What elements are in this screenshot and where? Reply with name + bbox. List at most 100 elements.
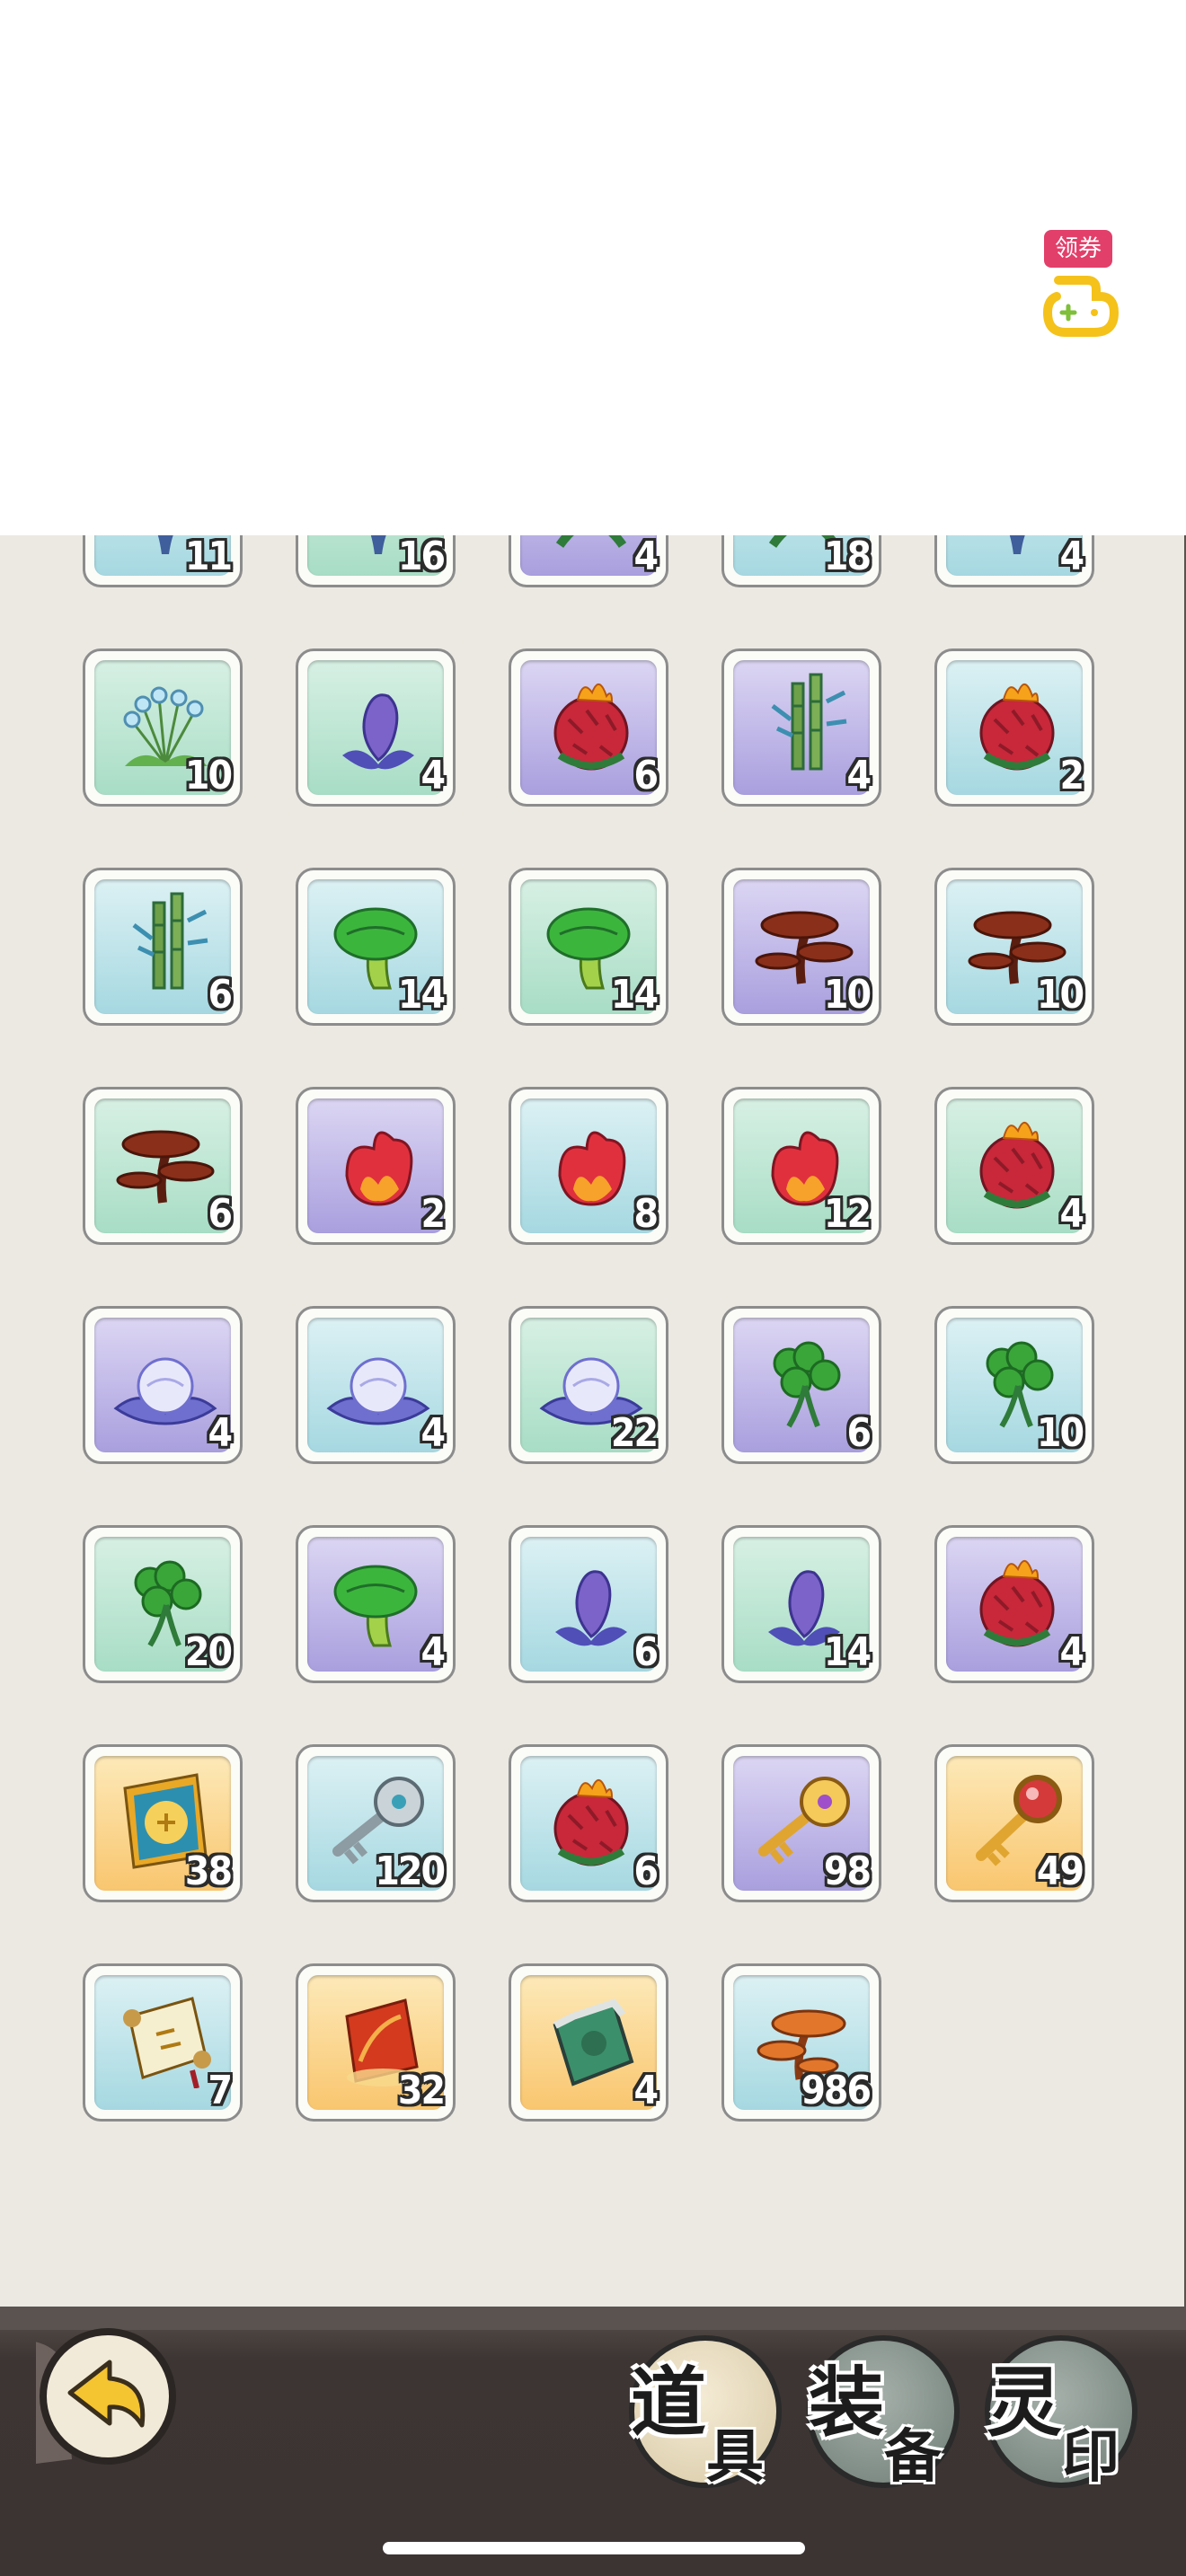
item-quantity: 2 (1059, 753, 1084, 798)
coupon-label: 领券 (1044, 230, 1112, 268)
home-indicator (383, 2542, 805, 2554)
tab-items[interactable]: 道 具 (629, 2335, 782, 2491)
item-quantity: 18 (823, 535, 872, 579)
inventory-slot[interactable]: 20 (83, 1525, 243, 1683)
inventory-slot[interactable]: 11 (83, 535, 243, 587)
frost-lotus-icon (326, 1357, 430, 1425)
inventory-slot[interactable]: 6 (509, 1744, 668, 1902)
tab-items-small-char: 具 (706, 2423, 764, 2491)
item-quantity: 4 (1059, 535, 1084, 579)
inventory-slot[interactable]: 98 (721, 1744, 881, 1902)
bamboo-icon (132, 892, 208, 990)
inventory-slot[interactable]: 4 (296, 1306, 456, 1464)
green-mushroom-icon (333, 1565, 418, 1647)
inventory-slot[interactable]: 10 (721, 868, 881, 1026)
item-quantity: 4 (1059, 1629, 1084, 1675)
flame-flower-icon (558, 1131, 626, 1206)
item-quantity: 49 (1036, 1848, 1084, 1894)
tab-equipment[interactable]: 装 备 (807, 2335, 960, 2491)
item-quantity: 4 (633, 535, 659, 579)
tab-spirit-seal[interactable]: 灵 印 (985, 2335, 1137, 2491)
item-quantity: 7 (208, 2068, 233, 2113)
item-quantity: 10 (1036, 972, 1084, 1018)
tab-items-big-char: 道 (631, 2358, 707, 2447)
item-quantity: 10 (1036, 1410, 1084, 1456)
inventory-slot[interactable]: 32 (296, 1963, 456, 2122)
fire-fruit-icon (553, 684, 629, 771)
item-quantity: 98 (823, 1848, 872, 1894)
item-quantity: 16 (397, 535, 446, 579)
inventory-slot[interactable]: 8 (509, 1087, 668, 1245)
inventory-slot[interactable]: 4 (934, 1525, 1094, 1683)
item-quantity: 12 (823, 1191, 872, 1237)
inventory-slot[interactable]: 10 (934, 1306, 1094, 1464)
inventory-slot[interactable]: 6 (509, 1525, 668, 1683)
purple-lotus-bud-icon (555, 1570, 627, 1646)
inventory-slot[interactable]: 2 (296, 1087, 456, 1245)
lingzhi-icon (116, 1130, 215, 1204)
inventory-slot[interactable]: 14 (296, 868, 456, 1026)
inventory-slot[interactable]: 38 (83, 1744, 243, 1902)
inventory-slot[interactable]: 22 (509, 1306, 668, 1464)
jade-token-icon (553, 1998, 634, 2086)
inventory-slot[interactable]: 10 (934, 868, 1094, 1026)
inventory-slot[interactable]: 4 (296, 648, 456, 807)
back-button[interactable] (36, 2325, 180, 2468)
item-quantity: 4 (208, 1410, 233, 1456)
inventory-slot[interactable]: 986 (721, 1963, 881, 2122)
coupon-button[interactable]: 领券 (1042, 230, 1120, 341)
top-blank-area: 领券 (0, 0, 1186, 535)
inventory-slot[interactable]: 2 (934, 648, 1094, 807)
item-quantity: 4 (846, 753, 872, 798)
item-quantity: 6 (846, 1410, 872, 1456)
fire-fruit-icon (979, 1560, 1055, 1647)
inventory-slot[interactable]: 6 (509, 648, 668, 807)
frost-lotus-icon (113, 1357, 217, 1425)
item-quantity: 14 (397, 972, 446, 1018)
inventory-slot[interactable]: 4 (934, 1087, 1094, 1245)
inventory-panel: 11 16 4 18 4 10 4 6 4 2 6 14 14 10 10 6 2 8 12 4 4 4 22 6 10 20 4 6… (0, 535, 1186, 2332)
tab-spirit-seal-small-char: 印 (1062, 2423, 1120, 2491)
item-quantity: 6 (633, 753, 659, 798)
item-quantity: 4 (420, 753, 446, 798)
tab-spirit-seal-big-char: 灵 (987, 2358, 1063, 2447)
item-quantity: 6 (208, 1191, 233, 1237)
item-quantity: 8 (633, 1191, 659, 1237)
tab-equipment-big-char: 装 (809, 2358, 885, 2447)
fire-fruit-icon (979, 684, 1055, 771)
inventory-slot[interactable]: 7 (83, 1963, 243, 2122)
item-quantity: 11 (184, 535, 233, 579)
item-quantity: 32 (397, 2068, 446, 2113)
inventory-slot[interactable]: 4 (721, 648, 881, 807)
item-quantity: 10 (823, 972, 872, 1018)
item-quantity: 4 (420, 1410, 446, 1456)
inventory-slot[interactable]: 6 (721, 1306, 881, 1464)
inventory-slot[interactable]: 16 (296, 535, 456, 587)
inventory-slot[interactable]: 18 (721, 535, 881, 587)
green-herb-icon (555, 535, 627, 548)
inventory-slot[interactable]: 14 (509, 868, 668, 1026)
inventory-slot[interactable]: 120 (296, 1744, 456, 1902)
inventory-slot[interactable]: 6 (83, 1087, 243, 1245)
inventory-slot[interactable]: 4 (83, 1306, 243, 1464)
item-quantity: 986 (801, 2068, 872, 2113)
fire-fruit-icon (979, 1122, 1055, 1209)
inventory-slot[interactable]: 4 (509, 1963, 668, 2122)
item-quantity: 20 (184, 1629, 233, 1675)
inventory-slot[interactable]: 6 (83, 868, 243, 1026)
inventory-slot[interactable]: 4 (934, 535, 1094, 587)
item-quantity: 4 (633, 2068, 659, 2113)
item-quantity: 38 (184, 1848, 233, 1894)
inventory-slot[interactable]: 4 (296, 1525, 456, 1683)
item-quantity: 6 (633, 1629, 659, 1675)
inventory-slot[interactable]: 12 (721, 1087, 881, 1245)
purple-lotus-bud-icon (342, 693, 414, 770)
item-quantity: 14 (610, 972, 659, 1018)
inventory-slot[interactable]: 10 (83, 648, 243, 807)
inventory-slot[interactable]: 49 (934, 1744, 1094, 1902)
tab-equipment-small-char: 备 (884, 2423, 942, 2491)
bamboo-icon (771, 673, 847, 771)
item-quantity: 10 (184, 753, 233, 798)
inventory-slot[interactable]: 4 (509, 535, 668, 587)
inventory-slot[interactable]: 14 (721, 1525, 881, 1683)
